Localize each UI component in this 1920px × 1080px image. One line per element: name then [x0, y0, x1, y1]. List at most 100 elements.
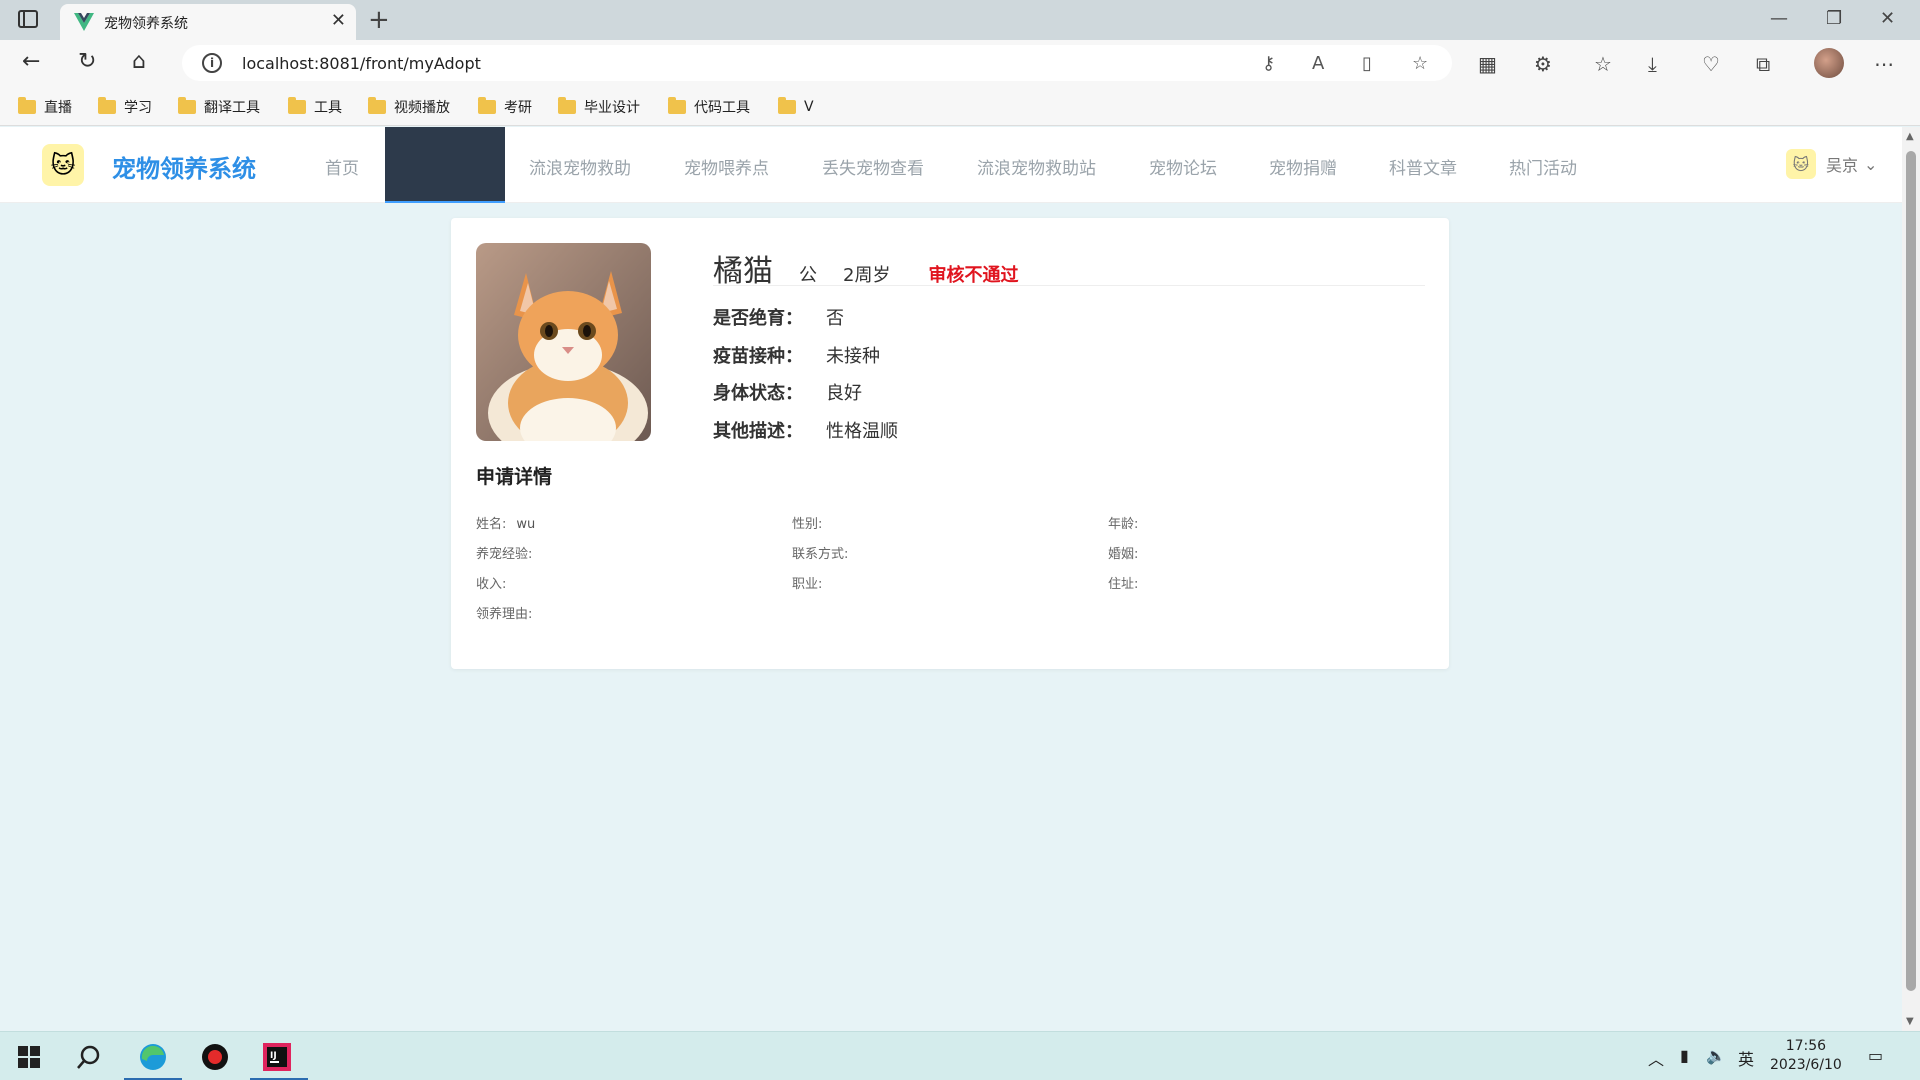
bookmarks-bar: 直播 学习 翻译工具 工具 视频播放 考研 毕业设计 代码工具 V [0, 86, 1920, 126]
status-badge: 审核不通过 [928, 265, 1019, 286]
browser-toolbar: ← ↻ ⌂ i localhost:8081/front/myAdopt ⚷ A… [0, 40, 1920, 86]
browser-tab[interactable]: 宠物领养系统 ✕ [60, 4, 356, 40]
user-name: 吴京 [1826, 156, 1859, 175]
nav-stray-rescue[interactable]: 流浪宠物救助 [529, 154, 631, 179]
system-clock[interactable]: 17:56 2023/6/10 [1770, 1037, 1842, 1075]
bookmark-folder[interactable]: 视频播放 [368, 97, 450, 117]
screenshot-icon[interactable]: ⧉ [1756, 52, 1770, 76]
intellij-icon[interactable]: IJ [262, 1042, 292, 1072]
volume-icon[interactable]: 🔈 [1706, 1046, 1726, 1065]
field-contact: 联系方式: [792, 547, 849, 562]
nav-articles[interactable]: 科普文章 [1389, 154, 1457, 179]
info-label: 其他描述： [713, 421, 803, 442]
info-neutered: 是否绝育： 否 [713, 304, 844, 330]
address-bar[interactable]: i localhost:8081/front/myAdopt ⚷ A ▯ ☆ [182, 45, 1452, 81]
nav-home[interactable]: 首页 [325, 154, 359, 179]
close-window-icon[interactable]: ✕ [1880, 8, 1895, 29]
tab-title: 宠物领养系统 [104, 16, 188, 32]
minimize-icon[interactable]: — [1770, 8, 1788, 29]
bookmark-folder[interactable]: 代码工具 [668, 97, 750, 117]
folder-icon [478, 97, 496, 114]
chevron-down-icon: ⌄ [1864, 154, 1878, 174]
bookmark-folder[interactable]: 工具 [288, 97, 342, 117]
nav-donation[interactable]: 宠物捐赠 [1269, 154, 1337, 179]
pet-name: 橘猫 [713, 254, 773, 289]
collections-icon[interactable]: ▦ [1478, 52, 1497, 76]
field-reason: 领养理由: [476, 607, 533, 622]
info-label: 身体状态： [713, 383, 803, 404]
home-icon[interactable]: ⌂ [132, 50, 146, 74]
field-experience: 养宠经验: [476, 547, 533, 562]
health-icon[interactable]: ♡ [1702, 52, 1720, 76]
site-header: 🐱 宠物领养系统 首页 流浪宠物救助 宠物喂养点 丢失宠物查看 流浪宠物救助站 … [0, 127, 1902, 203]
scroll-down-icon[interactable]: ▼ [1906, 1016, 1914, 1027]
extensions-icon[interactable]: ⚙ [1534, 52, 1552, 76]
nav-lost-pets[interactable]: 丢失宠物查看 [822, 154, 924, 179]
bookmark-folder[interactable]: 考研 [478, 97, 532, 117]
nav-feeding-point[interactable]: 宠物喂养点 [684, 154, 769, 179]
info-description: 其他描述： 性格温顺 [713, 417, 898, 443]
user-avatar-icon: 🐱 [1786, 149, 1816, 179]
adoption-card: 橘猫 公 2周岁 审核不通过 是否绝育： 否 疫苗接种： 未接种 身体状态： 良好 其… [451, 218, 1449, 669]
nav-forum[interactable]: 宠物论坛 [1149, 154, 1217, 179]
nav-active-item[interactable] [385, 127, 505, 203]
restore-icon[interactable]: ❐ [1826, 8, 1842, 29]
field-occupation: 职业: [792, 577, 823, 592]
scroll-up-icon[interactable]: ▲ [1906, 131, 1914, 142]
field-income: 收入: [476, 577, 507, 592]
pet-age: 2周岁 [843, 265, 891, 286]
app-icon-red[interactable] [200, 1042, 230, 1072]
bookmark-folder[interactable]: 翻译工具 [178, 97, 260, 117]
pet-header: 橘猫 公 2周岁 审核不通过 [713, 246, 1425, 289]
field-address: 住址: [1108, 577, 1139, 592]
tab-close-icon[interactable]: ✕ [331, 10, 346, 31]
reload-icon[interactable]: ↻ [78, 50, 96, 74]
info-value: 未接种 [826, 346, 880, 367]
address-url[interactable]: localhost:8081/front/myAdopt [242, 54, 481, 73]
search-icon[interactable] [74, 1042, 104, 1072]
os-taskbar: IJ ︿ ▮ 🔈 英 17:56 2023/6/10 ▭ [0, 1031, 1920, 1080]
site-info-icon[interactable]: i [202, 53, 222, 73]
bookmark-folder[interactable]: 毕业设计 [558, 97, 640, 117]
scrollbar-thumb[interactable] [1906, 151, 1916, 991]
battery-icon[interactable]: ▮ [1680, 1046, 1689, 1065]
info-health: 身体状态： 良好 [713, 379, 862, 405]
read-aloud-icon[interactable]: A [1312, 53, 1324, 74]
tab-actions-icon[interactable] [18, 10, 38, 28]
bookmark-folder[interactable]: 直播 [18, 97, 72, 117]
ime-indicator[interactable]: 英 [1738, 1046, 1754, 1070]
favorite-star-icon[interactable]: ☆ [1412, 53, 1428, 74]
site-logo-icon[interactable]: 🐱 [42, 144, 84, 186]
site-title[interactable]: 宠物领养系统 [112, 149, 256, 184]
notification-icon[interactable]: ▭ [1868, 1046, 1883, 1065]
info-label: 是否绝育： [713, 308, 803, 329]
bookmark-folder[interactable]: V [778, 97, 814, 117]
svg-text:IJ: IJ [270, 1051, 277, 1061]
edge-browser-icon[interactable] [138, 1042, 168, 1072]
clock-time: 17:56 [1785, 1038, 1827, 1054]
more-icon[interactable]: ⋯ [1874, 52, 1894, 76]
key-icon[interactable]: ⚷ [1262, 53, 1275, 74]
nav-events[interactable]: 热门活动 [1509, 154, 1577, 179]
page-scrollbar[interactable]: ▲ ▼ [1902, 127, 1920, 1031]
split-screen-icon[interactable]: ▯ [1362, 53, 1372, 74]
back-icon[interactable]: ← [22, 50, 40, 74]
profile-avatar[interactable] [1814, 48, 1844, 78]
tray-chevron-up-icon[interactable]: ︿ [1648, 1046, 1664, 1070]
field-gender: 性别: [792, 517, 823, 532]
info-label: 疫苗接种： [713, 346, 803, 367]
user-menu[interactable]: 🐱 吴京 ⌄ [1786, 149, 1877, 179]
field-marriage: 婚姻: [1108, 547, 1139, 562]
folder-icon [18, 97, 36, 114]
info-vaccine: 疫苗接种： 未接种 [713, 342, 880, 368]
bookmark-folder[interactable]: 学习 [98, 97, 152, 117]
windows-start-icon[interactable] [14, 1042, 44, 1072]
folder-icon [98, 97, 116, 114]
pet-photo [476, 243, 651, 441]
favorites-icon[interactable]: ☆ [1594, 52, 1612, 76]
field-age: 年龄: [1108, 517, 1139, 532]
folder-icon [368, 97, 386, 114]
download-icon[interactable]: ⤓ [1648, 52, 1657, 76]
nav-rescue-station[interactable]: 流浪宠物救助站 [977, 154, 1096, 179]
new-tab-button[interactable]: + [368, 5, 390, 35]
